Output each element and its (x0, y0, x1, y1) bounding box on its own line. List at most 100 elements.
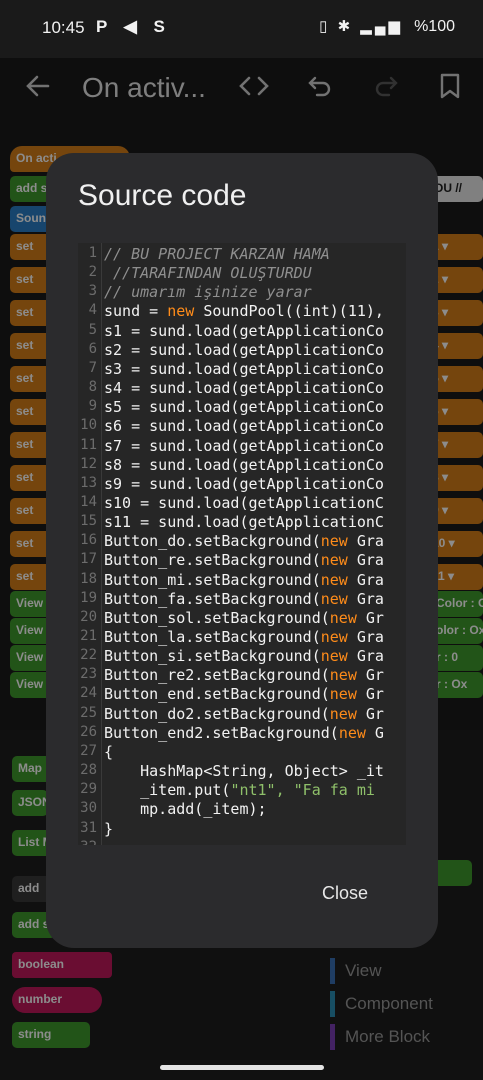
code-token: new (329, 608, 357, 627)
code-token: new (329, 685, 357, 704)
status-bar: 10:45 P ◀ S ▯ ✱ ▂▄▆ %100 (0, 0, 483, 58)
code-token: _item.put( (104, 781, 231, 800)
code-line: { (104, 743, 113, 761)
line-number: 14 (80, 493, 97, 510)
code-token: Button_fa.setBackground( (104, 589, 321, 608)
code-token: new (320, 570, 348, 589)
line-number: 3 (88, 283, 97, 300)
code-token: s1 = sund.load(getApplicationCo (104, 321, 384, 340)
source-code-dialog: Source code 1 2 3 4 5 6 7 8 9 10 11 12 13 14 15 16 17 18 1… (46, 153, 438, 948)
code-token: // BU PROJECT KARZAN HAMA (104, 245, 330, 263)
code-token: Button_si.setBackground( (104, 647, 321, 666)
code-line: Button_do.setBackground(new Gra (104, 532, 384, 550)
code-line: Button_re2.setBackground(new Gr (104, 666, 384, 684)
line-number: 11 (80, 436, 97, 453)
code-line: Button_mi.setBackground(new Gra (104, 571, 384, 589)
line-number: 15 (80, 513, 97, 530)
line-number: 19 (80, 589, 97, 606)
code-line: s7 = sund.load(getApplicationCo (104, 437, 384, 455)
code-token: } (104, 819, 114, 838)
code-token: Button_sol.setBackground( (104, 608, 330, 627)
line-number: 25 (80, 704, 97, 721)
code-token: s6 = sund.load(getApplicationCo (104, 417, 384, 436)
code-line: //TARAFINDAN OLUŞTURDU (104, 264, 312, 282)
line-number: 12 (80, 455, 97, 472)
line-number: 21 (80, 628, 97, 644)
code-token: s2 = sund.load(getApplicationCo (104, 340, 384, 359)
code-token: sund = (104, 302, 168, 321)
code-token: HashMap<String, Object> _it (104, 762, 384, 781)
code-token: Button_do2.setBackground( (104, 704, 330, 723)
code-line: Button_end.setBackground(new Gr (104, 685, 384, 703)
line-number: 13 (80, 474, 97, 491)
line-number: 23 (80, 666, 97, 683)
code-token: new (320, 532, 348, 551)
code-token: new (320, 551, 348, 570)
code-token: s5 = sund.load(getApplicationCo (104, 398, 384, 417)
line-number: 31 (80, 819, 97, 836)
line-number-gutter: 1 2 3 4 5 6 7 8 9 10 11 12 13 14 15 16 17 18 19 20 21 22 23 24 2… (78, 243, 102, 845)
code-token: Gra (347, 570, 384, 589)
home-gesture-pill[interactable] (160, 1065, 324, 1070)
line-number: 16 (80, 532, 97, 549)
code-token: Gra (347, 532, 384, 551)
line-number: 6 (88, 340, 97, 357)
code-token: Button_do.setBackground( (104, 532, 321, 551)
code-line: Button_fa.setBackground(new Gra (104, 590, 384, 608)
code-line: s5 = sund.load(getApplicationCo (104, 398, 384, 416)
line-number: 18 (80, 570, 97, 587)
code-line: s9 = sund.load(getApplicationCo (104, 475, 384, 493)
notification-icons: P ◀ S (96, 17, 171, 36)
code-line: Button_re.setBackground(new Gra (104, 551, 384, 569)
close-button[interactable]: Close (322, 883, 368, 904)
code-token: new (320, 589, 348, 608)
code-line: s11 = sund.load(getApplicationC (104, 513, 384, 531)
line-number: 8 (88, 379, 97, 396)
code-line: s4 = sund.load(getApplicationCo (104, 379, 384, 397)
line-number: 22 (80, 647, 97, 664)
line-number: 24 (80, 685, 97, 702)
code-line: HashMap<String, Object> _it (104, 762, 384, 780)
line-number: 10 (80, 417, 97, 434)
code-viewer[interactable]: 1 2 3 4 5 6 7 8 9 10 11 12 13 14 15 16 17 18 19 20 21 22 23 24 2… (78, 243, 406, 845)
code-line: Button_si.setBackground(new Gra (104, 647, 384, 665)
line-number: 7 (88, 359, 97, 376)
code-token: // umarım işinize yarar (104, 283, 312, 302)
navigation-bar (0, 1060, 483, 1080)
dialog-title: Source code (78, 179, 247, 212)
code-token: Button_re.setBackground( (104, 551, 321, 570)
code-token: Button_end.setBackground( (104, 685, 330, 704)
code-token: Gra (347, 647, 384, 666)
line-number: 32 (80, 839, 97, 845)
code-token: Gr (356, 608, 384, 627)
code-line: Button_sol.setBackground(new Gr (104, 609, 384, 627)
system-icons: ▯ ✱ ▂▄▆ (319, 18, 403, 35)
line-number: 20 (80, 608, 97, 625)
line-number: 28 (80, 762, 97, 779)
code-token: Gr (356, 685, 384, 704)
code-token: Gra (347, 589, 384, 608)
code-line: sund = new SoundPool((int)(11), (104, 302, 384, 320)
code-line: s8 = sund.load(getApplicationCo (104, 456, 384, 474)
code-token: { (104, 742, 114, 761)
code-token: new (167, 302, 195, 321)
code-line: Button_la.setBackground(new Gra (104, 628, 384, 646)
code-token: s3 = sund.load(getApplicationCo (104, 359, 384, 378)
code-line: s1 = sund.load(getApplicationCo (104, 322, 384, 340)
code-line: mp.add(_item); (104, 800, 266, 818)
code-token: Gr (356, 666, 384, 685)
code-line: Button_end2.setBackground(new G (104, 724, 384, 742)
code-line: Button_do2.setBackground(new Gr (104, 705, 384, 723)
code-token: new (320, 628, 348, 646)
code-token: s4 = sund.load(getApplicationCo (104, 379, 384, 398)
line-number: 1 (88, 245, 97, 261)
code-line: s10 = sund.load(getApplicationC (104, 494, 384, 512)
line-number: 26 (80, 723, 97, 740)
line-number: 17 (80, 551, 97, 568)
code-line: _item.put("nt1", "Fa fa mi (104, 781, 375, 799)
code-token: "nt1", "Fa fa mi (230, 781, 375, 800)
code-line: s3 = sund.load(getApplicationCo (104, 360, 384, 378)
code-token: Button_re2.setBackground( (104, 666, 330, 685)
code-token: SoundPool((int)(11), (194, 302, 384, 321)
line-number: 27 (80, 742, 97, 759)
